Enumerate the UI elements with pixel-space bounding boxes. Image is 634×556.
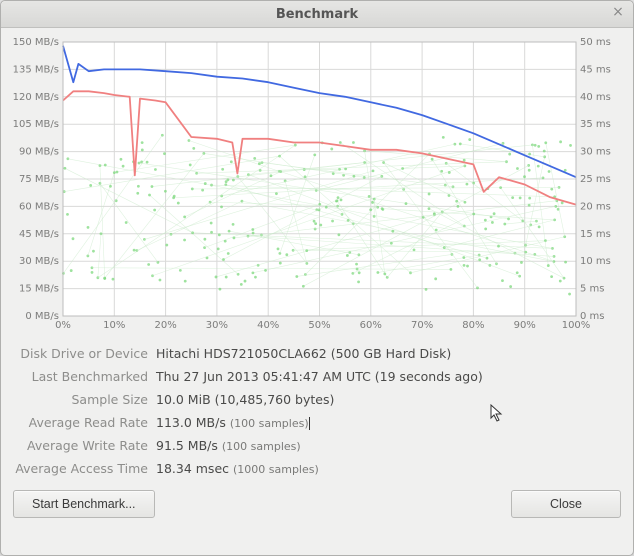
svg-text:90%: 90%: [514, 320, 536, 331]
svg-text:150 MB/s: 150 MB/s: [13, 37, 59, 48]
svg-text:30%: 30%: [206, 320, 228, 331]
svg-text:75 MB/s: 75 MB/s: [19, 174, 59, 185]
svg-text:30 ms: 30 ms: [580, 147, 611, 158]
value-read-main: 113.0 MB/s: [156, 415, 230, 430]
svg-text:60%: 60%: [360, 320, 382, 331]
svg-text:90 MB/s: 90 MB/s: [19, 147, 59, 158]
svg-text:10 ms: 10 ms: [580, 256, 611, 267]
value-access-small: (1000 samples): [233, 463, 319, 476]
svg-text:5 ms: 5 ms: [580, 284, 605, 295]
svg-text:35 ms: 35 ms: [580, 119, 611, 130]
svg-text:0 MB/s: 0 MB/s: [25, 311, 59, 322]
text-caret: [309, 417, 310, 430]
info-table: Disk Drive or Device Hitachi HDS721050CL…: [13, 346, 621, 476]
value-access: 18.34 msec (1000 samples): [156, 461, 621, 476]
chart-svg: 0%10%20%30%40%50%60%70%80%90%100%0 MB/s0…: [13, 36, 621, 336]
content-area: 0%10%20%30%40%50%60%70%80%90%100%0 MB/s0…: [1, 28, 633, 555]
label-last: Last Benchmarked: [13, 369, 148, 384]
label-sample: Sample Size: [13, 392, 148, 407]
window-title: Benchmark: [276, 7, 358, 22]
label-access: Average Access Time: [13, 461, 148, 476]
close-button[interactable]: Close: [511, 490, 621, 518]
value-access-main: 18.34 msec: [156, 461, 233, 476]
svg-text:40 ms: 40 ms: [580, 92, 611, 103]
value-last: Thu 27 Jun 2013 05:41:47 AM UTC (19 seco…: [156, 369, 621, 384]
svg-text:15 MB/s: 15 MB/s: [19, 284, 59, 295]
value-write-main: 91.5 MB/s: [156, 438, 222, 453]
label-write: Average Write Rate: [13, 438, 148, 453]
value-read: 113.0 MB/s (100 samples): [156, 415, 621, 430]
label-device: Disk Drive or Device: [13, 346, 148, 361]
start-benchmark-button[interactable]: Start Benchmark...: [13, 490, 155, 518]
svg-text:45 MB/s: 45 MB/s: [19, 229, 59, 240]
svg-text:70%: 70%: [411, 320, 433, 331]
value-read-small: (100 samples): [230, 417, 309, 430]
svg-text:135 MB/s: 135 MB/s: [13, 64, 59, 75]
svg-text:15 ms: 15 ms: [580, 229, 611, 240]
svg-text:30 MB/s: 30 MB/s: [19, 256, 59, 267]
svg-text:50 ms: 50 ms: [580, 37, 611, 48]
label-read: Average Read Rate: [13, 415, 148, 430]
value-device: Hitachi HDS721050CLA662 (500 GB Hard Dis…: [156, 346, 621, 361]
svg-text:50%: 50%: [308, 320, 330, 331]
svg-text:0 ms: 0 ms: [580, 311, 605, 322]
benchmark-chart: 0%10%20%30%40%50%60%70%80%90%100%0 MB/s0…: [13, 36, 621, 336]
benchmark-dialog: Benchmark × 0%10%20%30%40%50%60%70%80%90…: [0, 0, 634, 556]
svg-text:105 MB/s: 105 MB/s: [13, 119, 59, 130]
svg-text:40%: 40%: [257, 320, 279, 331]
svg-text:45 ms: 45 ms: [580, 64, 611, 75]
close-icon[interactable]: ×: [609, 4, 627, 22]
value-write-small: (100 samples): [222, 440, 301, 453]
svg-text:60 MB/s: 60 MB/s: [19, 201, 59, 212]
value-sample: 10.0 MiB (10,485,760 bytes): [156, 392, 621, 407]
svg-text:25 ms: 25 ms: [580, 174, 611, 185]
value-write: 91.5 MB/s (100 samples): [156, 438, 621, 453]
svg-text:10%: 10%: [103, 320, 125, 331]
svg-text:20%: 20%: [154, 320, 176, 331]
svg-text:20 ms: 20 ms: [580, 201, 611, 212]
svg-text:80%: 80%: [462, 320, 484, 331]
button-bar: Start Benchmark... Close: [13, 490, 621, 518]
titlebar[interactable]: Benchmark ×: [1, 1, 633, 28]
svg-text:120 MB/s: 120 MB/s: [13, 92, 59, 103]
